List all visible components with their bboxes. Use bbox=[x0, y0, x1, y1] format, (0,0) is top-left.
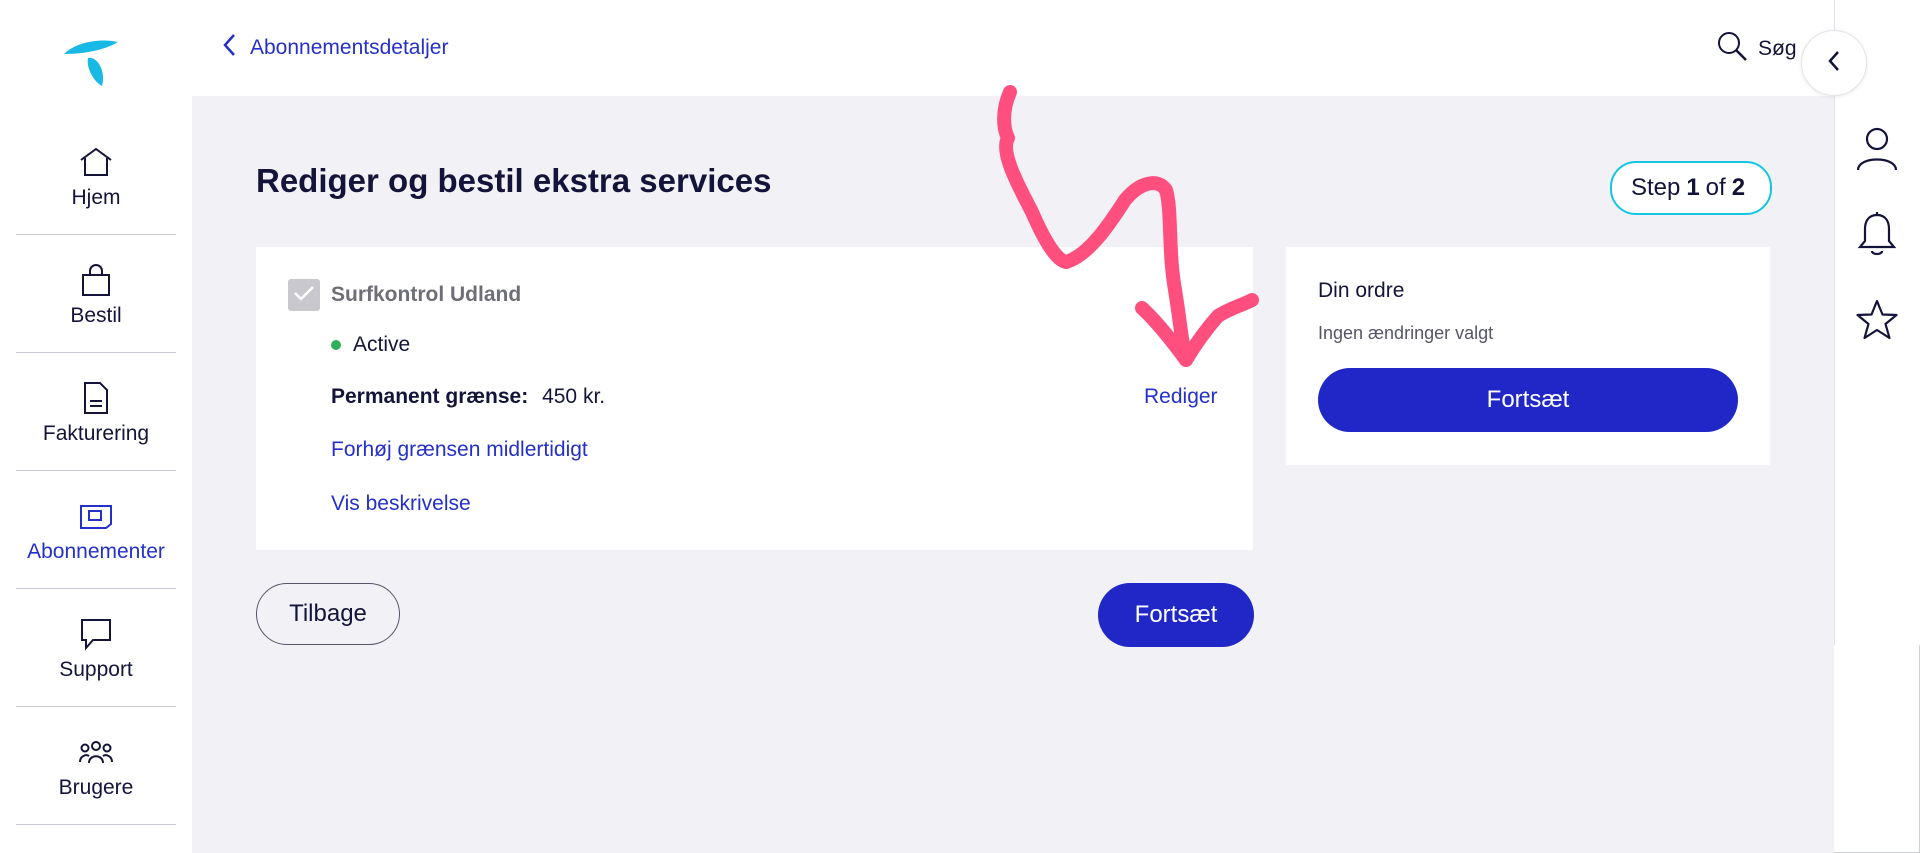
step-of: of bbox=[1705, 174, 1726, 201]
sidebar-item-support[interactable]: Support bbox=[16, 589, 176, 707]
sidebar-item-brugere[interactable]: Brugere bbox=[16, 707, 176, 825]
sidebar-item-label: Hjem bbox=[71, 185, 121, 209]
main-content: Abonnementsdetaljer Søg Rediger og besti… bbox=[192, 0, 1834, 853]
collapse-rail-button[interactable] bbox=[1801, 30, 1867, 96]
continue-button[interactable]: Fortsæt bbox=[1098, 583, 1254, 647]
step-current: 1 bbox=[1686, 174, 1700, 201]
step-indicator: Step 1 of 2 bbox=[1610, 161, 1772, 215]
users-icon bbox=[76, 732, 116, 772]
show-description-link[interactable]: Vis beskrivelse bbox=[331, 492, 471, 516]
right-rail bbox=[1834, 0, 1920, 645]
top-bar: Abonnementsdetaljer Søg bbox=[192, 0, 1834, 96]
sidebar-item-label: Abonnementer bbox=[27, 539, 165, 563]
sidebar-item-label: Fakturering bbox=[42, 421, 150, 445]
order-subtitle: Ingen ændringer valgt bbox=[1318, 323, 1494, 343]
service-checkbox[interactable] bbox=[288, 279, 320, 311]
chevron-left-icon bbox=[222, 33, 236, 62]
order-title: Din ordre bbox=[1318, 279, 1405, 302]
back-button[interactable]: Tilbage bbox=[256, 583, 400, 645]
status-dot bbox=[331, 340, 341, 350]
service-name: Surfkontrol Udland bbox=[331, 283, 522, 306]
checkmark-icon bbox=[293, 284, 315, 307]
back-link-label: Abonnementsdetaljer bbox=[250, 35, 449, 59]
sidebar-item-bestil[interactable]: Bestil bbox=[16, 235, 176, 353]
search-icon bbox=[1716, 30, 1748, 67]
chat-bubble-icon bbox=[76, 614, 116, 654]
limit-label: Permanent grænse: bbox=[331, 385, 529, 408]
sim-card-icon bbox=[76, 496, 116, 536]
back-link[interactable]: Abonnementsdetaljer bbox=[222, 33, 448, 62]
status-indicator: Active bbox=[331, 333, 410, 357]
star-icon[interactable] bbox=[1855, 296, 1899, 344]
limit-row: Permanent grænse: 450 kr. bbox=[331, 385, 605, 409]
sidebar-item-hjem[interactable]: Hjem bbox=[16, 117, 176, 235]
raise-limit-link[interactable]: Forhøj grænsen midlertidigt bbox=[331, 438, 588, 462]
sidebar-item-abonnementer[interactable]: Abonnementer bbox=[16, 471, 176, 589]
step-prefix: Step bbox=[1630, 174, 1681, 201]
home-icon bbox=[76, 142, 116, 182]
sidebar-item-label: Bestil bbox=[70, 303, 122, 327]
chevron-left-icon bbox=[1827, 49, 1841, 78]
shopping-bag-icon bbox=[76, 260, 116, 300]
search-label: Søg bbox=[1758, 36, 1797, 60]
user-icon[interactable] bbox=[1855, 125, 1899, 173]
document-icon bbox=[76, 378, 116, 418]
order-summary-card: Din ordre Ingen ændringer valgt Fortsæt bbox=[1286, 247, 1770, 465]
edit-limit-link[interactable]: Rediger bbox=[1144, 385, 1218, 409]
sidebar: Hjem Bestil Fakturering Abonnementer Sup… bbox=[0, 0, 192, 853]
limit-value: 450 kr. bbox=[542, 385, 606, 408]
telenor-logo[interactable] bbox=[60, 28, 130, 88]
page-title: Rediger og bestil ekstra services bbox=[256, 162, 772, 199]
status-label: Active bbox=[353, 333, 411, 356]
step-total: 2 bbox=[1731, 174, 1746, 201]
bell-icon[interactable] bbox=[1855, 210, 1899, 258]
order-continue-button[interactable]: Fortsæt bbox=[1318, 368, 1738, 432]
sidebar-item-label: Brugere bbox=[58, 775, 134, 799]
service-card: Surfkontrol Udland Active Permanent græn… bbox=[256, 247, 1253, 550]
search-button[interactable]: Søg bbox=[1716, 30, 1797, 67]
sidebar-item-fakturering[interactable]: Fakturering bbox=[16, 353, 176, 471]
sidebar-item-label: Support bbox=[59, 657, 133, 681]
